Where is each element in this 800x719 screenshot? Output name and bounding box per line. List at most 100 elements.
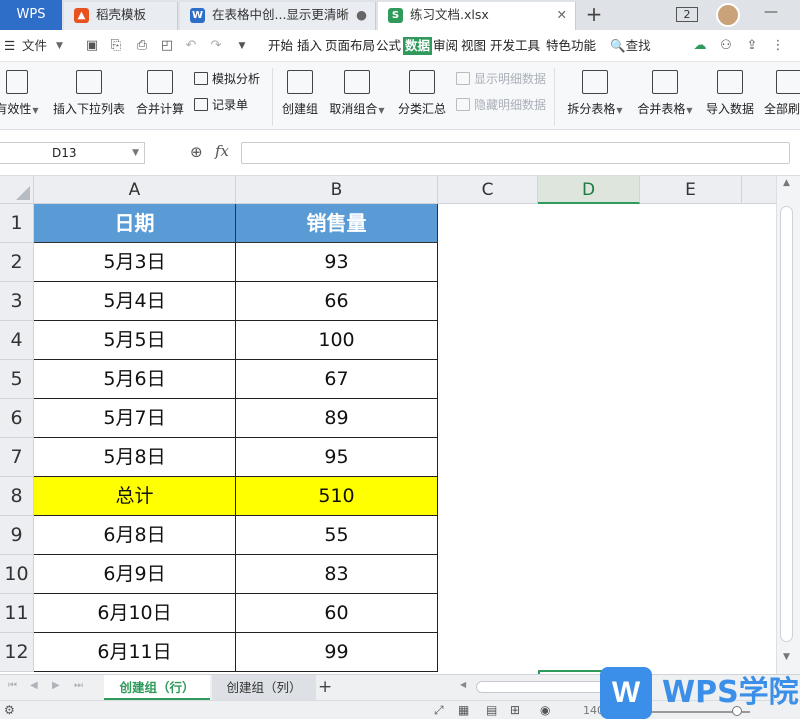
row-header-4[interactable]: 4	[0, 321, 34, 360]
cell-b7[interactable]: 95	[236, 438, 438, 477]
sheet-tab-create-group-cols[interactable]: 创建组（列）	[212, 675, 316, 700]
close-icon[interactable]: ✕	[557, 2, 567, 28]
next-sheet-icon[interactable]: ▶	[52, 680, 60, 691]
create-group-button[interactable]: 创建组	[278, 70, 322, 117]
hamburger-icon[interactable]: ☰	[4, 30, 15, 62]
collaborate-icon[interactable]: ⚇	[718, 38, 734, 54]
cloud-sync-icon[interactable]: ☁	[692, 38, 708, 54]
row-header-7[interactable]: 7	[0, 438, 34, 477]
column-header-b[interactable]: B	[236, 176, 438, 204]
cell-a7[interactable]: 5月8日	[34, 438, 236, 477]
column-header-f[interactable]	[742, 176, 776, 204]
insert-function-icon[interactable]: fx	[215, 142, 229, 160]
merge-table-button[interactable]: 合并表格▼	[634, 70, 696, 117]
vertical-scroll-thumb[interactable]	[780, 206, 793, 642]
row-header-3[interactable]: 3	[0, 282, 34, 321]
cell-a3[interactable]: 5月4日	[34, 282, 236, 321]
menu-page-layout[interactable]: 页面布局	[325, 37, 375, 55]
cell-a1-header[interactable]: 日期	[34, 204, 236, 243]
cell-a5[interactable]: 5月6日	[34, 360, 236, 399]
row-header-11[interactable]: 11	[0, 594, 34, 633]
name-box[interactable]: D13 ▼	[0, 142, 145, 164]
share-icon[interactable]: ⇪	[744, 38, 760, 54]
wps-home-tab[interactable]: WPS	[0, 0, 62, 30]
cell-b10[interactable]: 83	[236, 555, 438, 594]
undo-icon[interactable]: ↶	[183, 38, 199, 54]
import-data-button[interactable]: 导入数据	[704, 70, 756, 117]
prev-sheet-icon[interactable]: ◀	[30, 680, 38, 691]
column-header-c[interactable]: C	[438, 176, 538, 204]
minimize-icon[interactable]: —	[764, 4, 778, 20]
new-tab-button[interactable]: +	[582, 2, 606, 28]
print-preview-icon[interactable]: ◰	[159, 38, 175, 54]
split-table-button[interactable]: 拆分表格▼	[564, 70, 626, 117]
hide-detail-button[interactable]: 隐藏明细数据	[456, 96, 546, 114]
cell-b11[interactable]: 60	[236, 594, 438, 633]
tab-daoke-templates[interactable]: ▲ 稻壳模板	[64, 2, 178, 30]
cell-b6[interactable]: 89	[236, 399, 438, 438]
tab-practice-xlsx[interactable]: S 练习文档.xlsx ✕	[378, 2, 576, 30]
scroll-left-icon[interactable]: ◀	[460, 680, 466, 689]
subtotal-button[interactable]: 分类汇总	[396, 70, 448, 117]
page-layout-view-icon[interactable]: ▤	[486, 703, 497, 718]
sheet-tab-create-group-rows[interactable]: 创建组（行）	[104, 675, 210, 700]
cell-b5[interactable]: 67	[236, 360, 438, 399]
row-header-9[interactable]: 9	[0, 516, 34, 555]
normal-view-icon[interactable]: ▦	[458, 703, 469, 718]
consolidate-button[interactable]: 合并计算	[134, 70, 186, 117]
zoom-formula-icon[interactable]: ⊕	[190, 143, 203, 161]
row-header-1[interactable]: 1	[0, 204, 34, 243]
save-icon[interactable]: ▣	[84, 38, 100, 54]
menu-features[interactable]: 特色功能	[546, 37, 596, 55]
print-icon[interactable]: ⎙	[134, 38, 150, 54]
cell-b3[interactable]: 66	[236, 282, 438, 321]
cell-a12[interactable]: 6月11日	[34, 633, 236, 672]
horizontal-scrollbar[interactable]: ◀	[458, 680, 626, 694]
menu-review[interactable]: 审阅	[433, 37, 458, 55]
select-all-corner[interactable]	[0, 176, 34, 204]
validity-button[interactable]: 有效性▼	[0, 70, 42, 117]
row-header-5[interactable]: 5	[0, 360, 34, 399]
cell-a8-total[interactable]: 总计	[34, 477, 236, 516]
page-break-view-icon[interactable]: ⊞	[510, 703, 520, 718]
record-form-button[interactable]: 记录单	[194, 96, 248, 114]
row-header-12[interactable]: 12	[0, 633, 34, 672]
cell-b2[interactable]: 93	[236, 243, 438, 282]
add-sheet-button[interactable]: +	[318, 675, 332, 700]
cell-a10[interactable]: 6月9日	[34, 555, 236, 594]
row-header-8[interactable]: 8	[0, 477, 34, 516]
cell-b12[interactable]: 99	[236, 633, 438, 672]
search-button[interactable]: 🔍查找	[610, 35, 662, 57]
row-header-6[interactable]: 6	[0, 399, 34, 438]
menu-data[interactable]: 数据	[403, 37, 433, 55]
formula-input[interactable]	[241, 142, 790, 164]
reading-mode-icon[interactable]: ◉	[540, 703, 550, 718]
cell-a6[interactable]: 5月7日	[34, 399, 236, 438]
cell-b8-total[interactable]: 510	[236, 477, 438, 516]
menu-developer[interactable]: 开发工具	[490, 37, 540, 55]
menu-insert[interactable]: 插入	[297, 37, 322, 55]
cell-b9[interactable]: 55	[236, 516, 438, 555]
notification-count-badge[interactable]: 2	[676, 7, 698, 22]
column-header-a[interactable]: A	[34, 176, 236, 204]
first-sheet-icon[interactable]: ⏮	[8, 680, 17, 691]
fullscreen-icon[interactable]: ⤢	[434, 703, 444, 718]
tab-writer-document[interactable]: W 在表格中创...显示更清晰 ●	[180, 2, 376, 30]
last-sheet-icon[interactable]: ⏭	[74, 680, 83, 691]
row-header-2[interactable]: 2	[0, 243, 34, 282]
ungroup-button[interactable]: 取消组合▼	[326, 70, 388, 117]
column-header-e[interactable]: E	[640, 176, 742, 204]
cell-b1-header[interactable]: 销售量	[236, 204, 438, 243]
chevron-down-icon[interactable]: ▼	[56, 30, 63, 62]
column-header-d[interactable]: D	[538, 176, 640, 204]
row-header-10[interactable]: 10	[0, 555, 34, 594]
scroll-down-icon[interactable]: ▼	[783, 652, 790, 662]
cell-a4[interactable]: 5月5日	[34, 321, 236, 360]
insert-dropdown-list-button[interactable]: 插入下拉列表	[52, 70, 126, 117]
cell-a11[interactable]: 6月10日	[34, 594, 236, 633]
file-menu[interactable]: 文件	[22, 30, 47, 62]
avatar[interactable]	[716, 3, 740, 27]
menu-home[interactable]: 开始	[268, 37, 293, 55]
chevron-down-icon[interactable]: ▼	[132, 143, 139, 163]
macro-icon[interactable]: ⚙	[4, 703, 15, 718]
